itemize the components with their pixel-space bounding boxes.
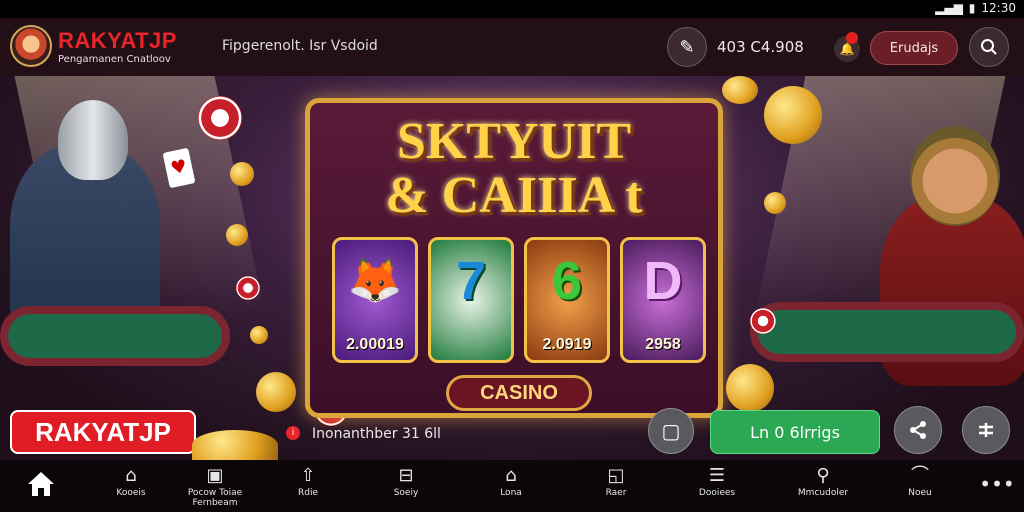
reel-4-symbol: D bbox=[643, 251, 683, 311]
bell-icon: 🔔 bbox=[839, 42, 855, 56]
casino-label: CASINO bbox=[446, 375, 592, 411]
app-header: RAKYATJP Pengamanen Cnatloov Fipgerenolt… bbox=[0, 18, 1024, 76]
reel-3-value: 2.0919 bbox=[542, 336, 592, 353]
slot-machine[interactable]: SKTYUIT & CAIIIA t 🦊 2.00019 7 6 2.0919 … bbox=[305, 98, 723, 418]
coin bbox=[726, 364, 774, 412]
fox-icon: 🦊 bbox=[347, 256, 403, 305]
nav-label: Soeiy bbox=[393, 488, 419, 498]
status-bar: ▂▄▆ ▮ 12:30 bbox=[0, 0, 1024, 18]
search-button[interactable] bbox=[969, 27, 1009, 67]
coin bbox=[764, 192, 786, 214]
casino-banner[interactable]: ♥ SKTYUIT & CAIIIA t 🦊 2.00019 7 6 2.091… bbox=[0, 76, 1024, 460]
battery-icon: ▮ bbox=[968, 1, 976, 15]
coin bbox=[250, 326, 268, 344]
sliders-icon bbox=[979, 423, 993, 437]
nav-item-1[interactable]: ⌂ Kooeis bbox=[86, 465, 176, 499]
more-icon: ••• bbox=[979, 472, 1015, 496]
info-icon: i bbox=[286, 426, 300, 440]
user-icon: ✎ bbox=[679, 36, 695, 58]
reel-4-value: 2958 bbox=[645, 336, 681, 353]
brand-name[interactable]: RAKYATJP bbox=[58, 28, 177, 54]
slot-title-line1: SKTYUIT bbox=[396, 113, 632, 170]
nav-more[interactable]: ••• bbox=[952, 466, 1024, 494]
nav-item-3[interactable]: ⇧ Rdie bbox=[263, 465, 353, 499]
reel-2: 7 bbox=[428, 237, 514, 363]
poker-table-left bbox=[0, 306, 230, 366]
coin bbox=[226, 224, 248, 246]
nav-item-5[interactable]: ⌂ Lona bbox=[466, 465, 556, 499]
robot-head bbox=[58, 100, 128, 180]
search-user-icon: ⚲ bbox=[816, 465, 830, 486]
nav-label: Rdie bbox=[297, 488, 318, 498]
nav-item-2[interactable]: ▣ Pocow Toiae Fernbeam bbox=[170, 465, 260, 509]
status-icons: ▂▄▆ ▮ 12:30 bbox=[935, 1, 1016, 15]
nav-home[interactable] bbox=[0, 466, 86, 502]
share-button[interactable] bbox=[894, 406, 942, 454]
game-icon: ▣ bbox=[206, 465, 224, 486]
profile-button[interactable]: ✎ bbox=[667, 27, 707, 67]
footer-brand-logo[interactable]: RAKYATJP bbox=[10, 410, 196, 454]
gift-icon: ⊟ bbox=[398, 465, 414, 486]
chat-icon: ▢ bbox=[661, 419, 681, 443]
coin-pile bbox=[192, 430, 278, 460]
brand-subtitle: Pengamanen Cnatloov bbox=[58, 54, 171, 65]
nav-label: Mmcudoler bbox=[797, 488, 849, 498]
reel-3-symbol: 6 bbox=[551, 251, 583, 311]
chat-button[interactable]: ▢ bbox=[648, 408, 694, 454]
info-text: Inonanthber 31 6ll bbox=[312, 426, 441, 442]
reel-4: D 2958 bbox=[620, 237, 706, 363]
reel-1-value: 2.00019 bbox=[346, 336, 404, 353]
house-outline-icon: ⌂ bbox=[505, 465, 517, 486]
search-icon bbox=[981, 39, 997, 55]
bottom-navigation: ⌂ Kooeis ▣ Pocow Toiae Fernbeam ⇧ Rdie ⊟… bbox=[0, 460, 1024, 512]
slot-title-line2: & CAIIIA t bbox=[385, 167, 643, 224]
coin bbox=[722, 76, 758, 104]
status-time: 12:30 bbox=[981, 1, 1016, 15]
home-icon bbox=[28, 472, 54, 496]
slot-title: SKTYUIT & CAIIIA t bbox=[310, 115, 718, 223]
nav-item-6[interactable]: ◱ Raer bbox=[571, 465, 661, 499]
reel-3: 6 2.0919 bbox=[524, 237, 610, 363]
header-text: Fipgerenolt. Isr Vsdoid bbox=[222, 38, 378, 54]
reel-1: 🦊 2.00019 bbox=[332, 237, 418, 363]
settings-button[interactable] bbox=[962, 406, 1010, 454]
poker-chip bbox=[750, 308, 776, 334]
primary-action-button[interactable]: Ln 0 6lrrigs bbox=[710, 410, 880, 454]
croupier-head bbox=[910, 126, 1000, 226]
balance-display: 403 C4.908 bbox=[717, 38, 804, 56]
share-icon bbox=[910, 421, 926, 439]
signal-icon: ▂▄▆ bbox=[935, 1, 963, 15]
list-icon: ☰ bbox=[708, 465, 726, 486]
nav-item-4[interactable]: ⊟ Soeiy bbox=[361, 465, 451, 499]
reel-2-symbol: 7 bbox=[455, 251, 487, 311]
poker-chip bbox=[236, 276, 260, 300]
poker-table-right bbox=[750, 302, 1024, 362]
nav-item-8[interactable]: ⚲ Mmcudoler bbox=[778, 465, 868, 499]
coin bbox=[230, 162, 254, 186]
puzzle-icon: ⌂ bbox=[125, 465, 137, 486]
coin bbox=[764, 86, 822, 144]
nav-label: Kooeis bbox=[116, 488, 146, 498]
poker-chip bbox=[198, 96, 242, 140]
notification-badge bbox=[846, 32, 858, 44]
nav-label: Raer bbox=[605, 488, 627, 498]
nav-label: Dooiees bbox=[698, 488, 736, 498]
header-action-button[interactable]: Erudajs bbox=[870, 31, 958, 65]
nav-item-7[interactable]: ☰ Dooiees bbox=[672, 465, 762, 499]
upload-icon: ⇧ bbox=[300, 465, 316, 486]
nav-label: Pocow Toiae Fernbeam bbox=[187, 488, 243, 508]
brand-logo[interactable] bbox=[10, 25, 52, 67]
bag-icon: ◱ bbox=[607, 465, 625, 486]
nav-label: Lona bbox=[500, 488, 522, 498]
coin bbox=[256, 372, 296, 412]
